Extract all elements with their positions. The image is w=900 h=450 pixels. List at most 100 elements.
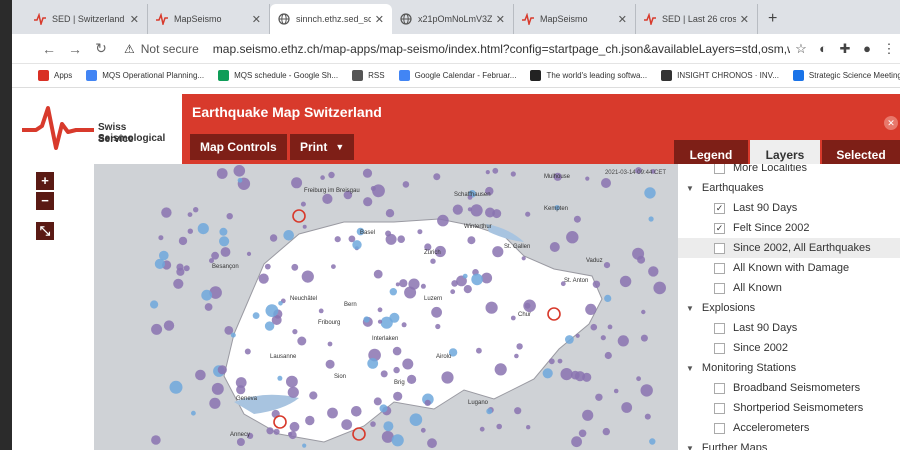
earthquake-marker[interactable]: [644, 187, 656, 199]
back-arrow-icon[interactable]: ←: [36, 41, 62, 57]
earthquake-marker[interactable]: [621, 402, 633, 413]
earthquake-marker[interactable]: [441, 371, 454, 384]
earthquake-marker[interactable]: [452, 204, 463, 215]
earthquake-marker[interactable]: [201, 289, 213, 301]
earthquake-marker[interactable]: [653, 281, 666, 295]
earthquake-marker[interactable]: [476, 347, 482, 354]
earthquake-marker[interactable]: [450, 289, 456, 295]
layer-item[interactable]: Accelerometers: [678, 418, 900, 438]
earthquake-marker[interactable]: [617, 335, 629, 347]
earthquake-marker[interactable]: [341, 419, 353, 430]
layer-checkbox[interactable]: [714, 282, 725, 294]
earthquake-marker[interactable]: [407, 374, 417, 384]
earthquake-marker[interactable]: [163, 320, 175, 331]
earthquake-marker[interactable]: [300, 201, 306, 207]
earthquake-marker[interactable]: [648, 216, 654, 222]
earthquake-marker[interactable]: [297, 336, 307, 346]
layer-item[interactable]: ✓ Last 90 Days: [678, 198, 900, 218]
earthquake-marker[interactable]: [401, 322, 407, 328]
earthquake-marker[interactable]: [380, 370, 388, 378]
earthquake-marker[interactable]: [521, 256, 526, 261]
earthquake-marker[interactable]: [325, 359, 335, 369]
earthquake-marker[interactable]: [393, 366, 400, 374]
earthquake-marker[interactable]: [292, 329, 298, 335]
layer-group[interactable]: ▼ Monitoring Stations: [678, 358, 900, 378]
earthquake-marker[interactable]: [481, 272, 493, 284]
earthquake-marker[interactable]: [420, 283, 426, 289]
earthquake-marker[interactable]: [195, 369, 206, 381]
layer-item[interactable]: More Localities: [678, 164, 900, 178]
earthquake-marker[interactable]: [161, 207, 172, 218]
earthquake-marker[interactable]: [377, 319, 383, 324]
earthquake-marker[interactable]: [417, 229, 423, 235]
earthquake-marker[interactable]: [266, 427, 274, 435]
earthquake-marker[interactable]: [409, 413, 423, 426]
earthquake-marker[interactable]: [571, 436, 582, 448]
earthquake-marker[interactable]: [226, 213, 233, 220]
earthquake-marker[interactable]: [430, 258, 436, 264]
earthquake-marker[interactable]: [486, 408, 493, 415]
print-button[interactable]: Print ▼: [290, 134, 355, 160]
bookmark-item[interactable]: The world's leading softwa...: [530, 70, 647, 81]
earthquake-marker[interactable]: [318, 308, 324, 314]
layer-item[interactable]: Since 2002, All Earthquakes: [678, 238, 900, 258]
earthquake-marker[interactable]: [523, 299, 536, 313]
earthquake-marker[interactable]: [258, 273, 269, 284]
earthquake-marker[interactable]: [328, 171, 335, 179]
earthquake-marker[interactable]: [187, 228, 193, 234]
earthquake-marker[interactable]: [578, 429, 587, 438]
earthquake-marker[interactable]: [514, 353, 519, 359]
address-bar[interactable]: ⚠ Not secure map.seismo.ethz.ch/map-apps…: [124, 37, 790, 61]
earthquake-marker[interactable]: [327, 341, 333, 347]
earthquake-marker[interactable]: [291, 177, 303, 189]
earthquake-marker[interactable]: [525, 211, 531, 217]
browser-tab[interactable]: MapSeismo ✕: [148, 4, 270, 34]
earthquake-marker[interactable]: [433, 173, 441, 181]
earthquake-marker[interactable]: [592, 280, 601, 288]
earthquake-marker[interactable]: [602, 427, 610, 436]
zoom-in-button[interactable]: +: [36, 172, 54, 190]
zoom-out-button[interactable]: −: [36, 192, 54, 210]
earthquake-marker[interactable]: [363, 316, 370, 323]
earthquake-marker[interactable]: [309, 391, 318, 400]
earthquake-marker[interactable]: [431, 306, 442, 318]
layer-group[interactable]: ▼ Further Maps: [678, 438, 900, 450]
close-tab-icon[interactable]: ✕: [130, 13, 139, 26]
earthquake-marker[interactable]: [640, 334, 648, 342]
layer-item[interactable]: Broadband Seismometers: [678, 378, 900, 398]
earthquake-marker[interactable]: [604, 294, 612, 302]
earthquake-marker[interactable]: [362, 168, 373, 178]
earthquake-marker[interactable]: [289, 421, 300, 432]
earthquake-marker[interactable]: [585, 303, 597, 315]
collapse-caret-icon[interactable]: ▼: [686, 444, 694, 450]
earthquake-marker[interactable]: [278, 301, 283, 306]
earthquake-marker[interactable]: [217, 365, 227, 375]
earthquake-marker[interactable]: [322, 193, 333, 204]
earthquake-marker[interactable]: [367, 358, 379, 369]
sed-logo[interactable]: Swiss Seismological Service: [22, 100, 192, 160]
earthquake-marker[interactable]: [648, 266, 659, 277]
earthquake-marker[interactable]: [183, 265, 190, 272]
earthquake-marker[interactable]: [604, 351, 612, 360]
earthquake-marker[interactable]: [526, 425, 531, 430]
felt-earthquake-marker[interactable]: [292, 209, 306, 223]
earthquake-marker[interactable]: [574, 371, 586, 382]
bookmark-item[interactable]: INSIGHT CHRONOS · INV...: [661, 70, 779, 81]
earthquake-marker[interactable]: [191, 410, 196, 416]
layer-item[interactable]: ✓ Felt Since 2002: [678, 218, 900, 238]
bookmark-item[interactable]: MQS Operational Planning...: [86, 70, 204, 81]
earthquake-marker[interactable]: [566, 231, 579, 244]
earthquake-marker[interactable]: [277, 375, 283, 381]
earthquake-marker[interactable]: [158, 235, 164, 241]
earthquake-marker[interactable]: [632, 247, 645, 260]
layer-checkbox[interactable]: ✓: [714, 202, 725, 214]
earthquake-marker[interactable]: [548, 358, 555, 365]
earthquake-marker[interactable]: [392, 346, 402, 356]
earthquake-marker[interactable]: [462, 273, 468, 279]
close-icon[interactable]: ✕: [884, 116, 898, 130]
full-extent-icon[interactable]: ⤡: [36, 222, 54, 240]
earthquake-marker[interactable]: [385, 209, 395, 218]
earthquake-marker[interactable]: [479, 426, 485, 432]
earthquake-marker[interactable]: [420, 427, 426, 433]
bookmark-item[interactable]: Strategic Science Meeting: [792, 70, 900, 81]
